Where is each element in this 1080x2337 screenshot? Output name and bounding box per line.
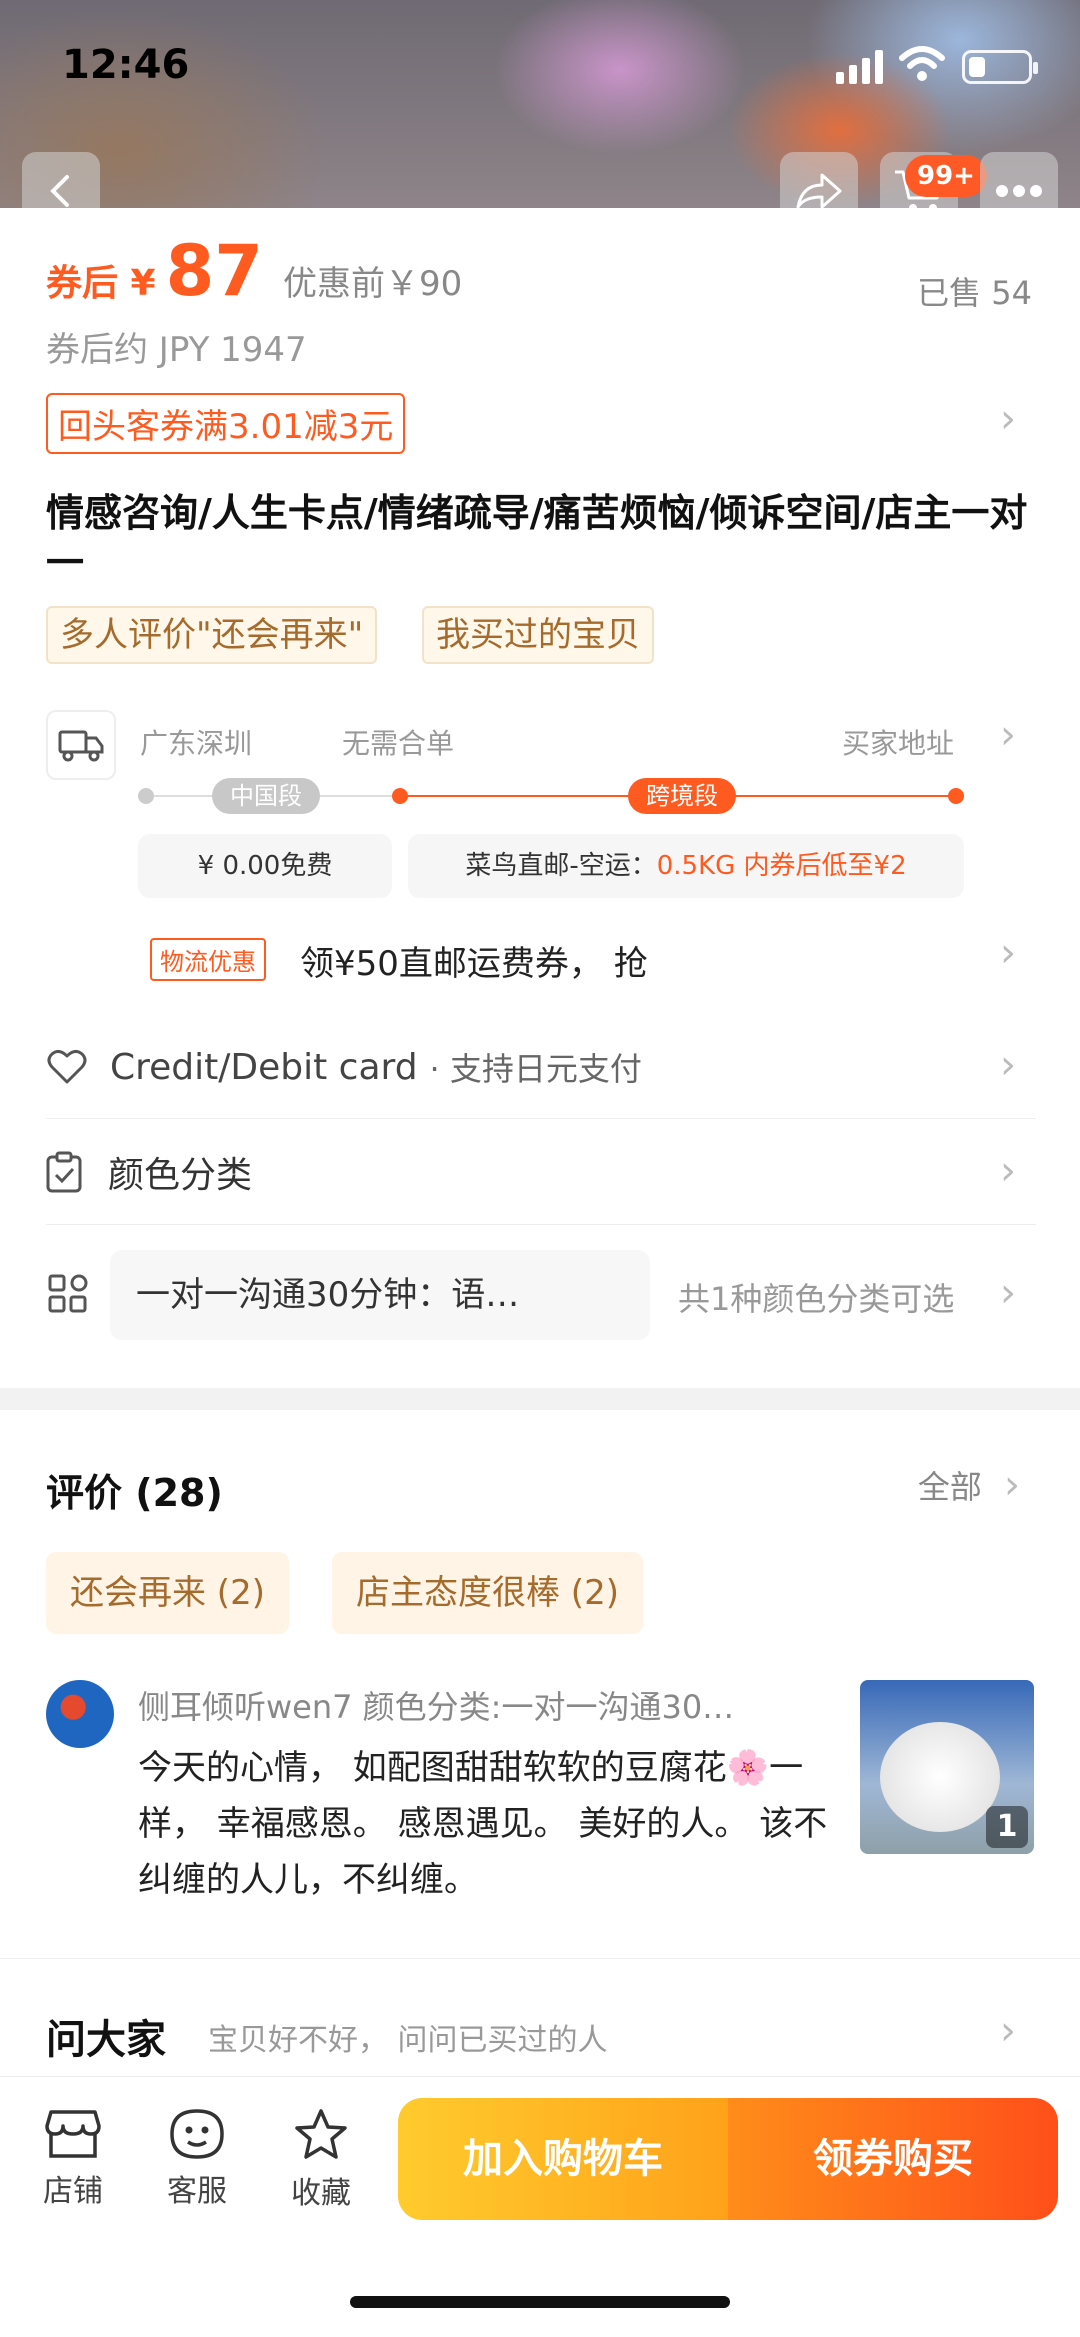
- service-label: 客服: [167, 2174, 227, 2209]
- divider: [0, 1958, 1080, 1959]
- segment-china: 中国段: [212, 778, 320, 814]
- cross-border-fee: 菜鸟直邮-空运：0.5KG 内券后低至¥2: [408, 834, 964, 898]
- card-icon: [47, 1049, 87, 1084]
- payment-label: Credit/Debit card: [110, 1046, 418, 1088]
- photo-count: 1: [986, 1806, 1028, 1848]
- add-to-cart-button[interactable]: 加入购物车: [398, 2098, 728, 2220]
- original-price: 优惠前￥90: [283, 264, 463, 304]
- china-fee: ¥ 0.00免费: [138, 834, 392, 898]
- cart-count-badge: 99+: [905, 155, 987, 197]
- color-category-row[interactable]: 颜色分类: [46, 1121, 1036, 1223]
- ship-to[interactable]: 买家地址: [842, 722, 954, 762]
- back-icon: [50, 175, 69, 207]
- avatar[interactable]: [46, 1680, 114, 1748]
- chevron-right-icon[interactable]: ›: [1000, 1042, 1016, 1088]
- chevron-right-icon[interactable]: ›: [1000, 930, 1016, 976]
- star-icon: [295, 2109, 347, 2159]
- home-indicator: [350, 2296, 730, 2308]
- chevron-right-icon[interactable]: ›: [1000, 1270, 1016, 1316]
- cross-fee-prefix: 菜鸟直邮-空运：: [465, 851, 657, 881]
- reviews-all-label: 全部: [917, 1468, 982, 1506]
- reviews-title: 评价 (28): [46, 1471, 223, 1515]
- divider: [46, 1224, 1036, 1225]
- route-dot: [392, 788, 408, 804]
- divider: [46, 1118, 1036, 1119]
- route-dot: [948, 788, 964, 804]
- returning-customer-coupon[interactable]: 回头客券满3.01减3元: [46, 393, 406, 454]
- favorite-label: 收藏: [291, 2176, 351, 2211]
- sold-count: 已售 54: [917, 274, 1032, 312]
- ask-everyone-title[interactable]: 问大家: [46, 2007, 166, 2065]
- after-coupon-label: 券后 ¥: [46, 263, 156, 304]
- ask-everyone-sub[interactable]: 宝贝好不好， 问问已买过的人: [208, 2015, 608, 2059]
- status-time: 12:46: [62, 42, 190, 88]
- chevron-right-icon[interactable]: ›: [1000, 2008, 1016, 2054]
- shop-label: 店铺: [43, 2174, 103, 2209]
- cross-fee-highlight: 0.5KG 内券后低至¥2: [656, 851, 907, 881]
- color-category-label: 颜色分类: [108, 1155, 253, 1196]
- grid-icon: [48, 1274, 88, 1313]
- wifi-icon: [899, 46, 945, 81]
- after-coupon-price: 87: [165, 230, 264, 312]
- variant-count[interactable]: 共1种颜色分类可选: [678, 1274, 954, 1320]
- logistics-promo-text[interactable]: 领¥50直邮运费券， 抢: [300, 936, 648, 985]
- product-tag[interactable]: 我买过的宝贝: [422, 606, 654, 664]
- shop-icon: [45, 2110, 101, 2158]
- photo-content: [880, 1722, 1000, 1832]
- price-row: 券后 ¥ 87 优惠前￥90: [46, 230, 462, 312]
- chevron-right-icon[interactable]: ›: [1000, 396, 1016, 442]
- truck-icon: [46, 710, 116, 780]
- route-dot: [138, 788, 154, 804]
- segment-cross-border: 跨境段: [628, 778, 736, 814]
- selected-variant-box[interactable]: 一对一沟通30分钟：语…: [110, 1250, 650, 1340]
- chevron-right-icon[interactable]: ›: [1000, 1148, 1016, 1194]
- review-tag[interactable]: 还会再来 (2): [46, 1552, 289, 1634]
- favorite-button[interactable]: 收藏: [276, 2108, 366, 2212]
- merge-order-info: 无需合单: [342, 727, 455, 760]
- review-user-line: 侧耳倾听wen7 颜色分类:一对一沟通30…: [138, 1688, 735, 1726]
- product-tag[interactable]: 多人评价"还会再来": [46, 606, 378, 664]
- signal-icon: [836, 50, 883, 84]
- ship-from: 广东深圳: [140, 727, 253, 760]
- payment-sub: · 支持日元支付: [429, 1050, 642, 1088]
- chevron-right-icon[interactable]: ›: [1000, 712, 1016, 758]
- reviews-all-link[interactable]: 全部 ›: [918, 1462, 1020, 1508]
- buy-with-coupon-button[interactable]: 领券购买: [728, 2098, 1058, 2220]
- jpy-approx-price: 券后约 JPY 1947: [46, 330, 307, 370]
- review-photo[interactable]: 1: [860, 1680, 1034, 1854]
- share-icon: [796, 173, 842, 209]
- battery-icon: [962, 50, 1038, 84]
- clipboard-icon: [46, 1151, 82, 1193]
- chevron-right-icon: ›: [1004, 1462, 1020, 1508]
- customer-service-button[interactable]: 客服: [152, 2108, 242, 2210]
- review-tag[interactable]: 店主态度很棒 (2): [332, 1552, 643, 1634]
- section-separator: [0, 1388, 1080, 1410]
- shop-button[interactable]: 店铺: [28, 2108, 118, 2210]
- review-text[interactable]: 今天的心情， 如配图甜甜软软的豆腐花🌸一样， 幸福感恩。 感恩遇见。 美好的人。…: [138, 1740, 838, 1908]
- service-icon: [170, 2109, 224, 2159]
- more-icon: [996, 185, 1042, 197]
- product-title: 情感咨询/人生卡点/情绪疏导/痛苦烦恼/倾诉空间/店主一对一: [46, 491, 1028, 585]
- logistics-promo-tag: 物流优惠: [150, 938, 266, 981]
- payment-row[interactable]: Credit/Debit card · 支持日元支付: [46, 1016, 1036, 1118]
